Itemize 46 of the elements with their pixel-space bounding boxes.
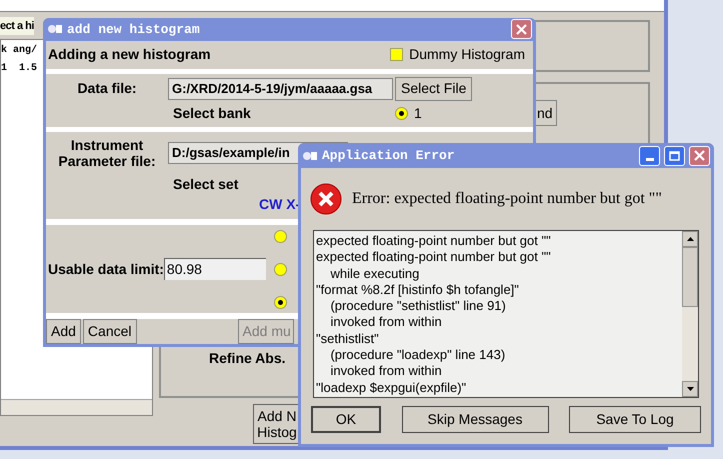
radio-button[interactable] (395, 106, 408, 120)
dialog-button[interactable]: Add (46, 319, 81, 344)
dialog-button[interactable]: Save To Log (569, 406, 701, 433)
dummy-checkbox[interactable] (390, 48, 404, 62)
field-label: Data file: (76, 79, 138, 98)
maximize-button[interactable] (664, 146, 685, 166)
close-button[interactable] (689, 146, 710, 166)
error-message: Error: expected floating-point number but got "" (352, 189, 662, 209)
data-file-field[interactable]: G:/XRD/2014-5-19/jym/aaaaa.gsa (168, 78, 393, 100)
text-field[interactable] (0, 0, 153, 12)
horizontal-scrollbar[interactable] (1, 399, 152, 415)
radio-button[interactable] (274, 262, 287, 276)
close-icon (694, 150, 705, 161)
list-header: ect a hi (0, 17, 34, 35)
dialog-button[interactable]: Skip Messages (402, 406, 548, 433)
app-icon (47, 23, 63, 36)
field-label: Usable data limit: (48, 260, 164, 279)
minimize-icon (646, 158, 654, 160)
error-icon (310, 183, 342, 215)
maximize-icon (669, 150, 680, 160)
field-label: Instrument Parameter file: (57, 136, 157, 169)
select-file-button[interactable]: Select File (395, 76, 472, 101)
list-row-text: k ang/ (1, 44, 38, 58)
dialog-heading: Adding a new histogram (48, 45, 211, 64)
vertical-scrollbar[interactable] (682, 231, 698, 397)
app-icon (302, 150, 318, 162)
text-field[interactable] (153, 0, 664, 12)
radio-label: 1 (414, 104, 422, 123)
radio-button[interactable] (274, 296, 287, 309)
data-limit-field[interactable]: 80.98 (164, 258, 266, 280)
add-histogram-button[interactable]: Add N Histog (253, 404, 301, 444)
checkbox-label: Dummy Histogram (409, 45, 525, 64)
down-arrow-icon (686, 387, 694, 391)
dialog-button[interactable]: Cancel (82, 319, 137, 344)
select-set-label: Select set (173, 174, 238, 194)
select-bank-label: Select bank (173, 104, 252, 123)
radio-button[interactable] (274, 230, 287, 243)
window-title: add new histogram (67, 20, 200, 39)
close-icon (516, 24, 527, 35)
up-arrow-icon (686, 237, 694, 241)
close-button[interactable] (511, 19, 532, 40)
error-log: expected floating-point number but got "" expected floating-point number but got "" while executing "format %8.2f [histinfo $h tofangle]" (procedure "sethistlist" line 91) invoked from within "sethistlist" (procedure "loadexp" line 143) invoked from within "loadexp $expgui(expfile)" (315, 232, 552, 397)
list-row-text: 1 1.5 (1, 62, 38, 76)
dialog-button[interactable]: OK (311, 406, 381, 433)
section-label: Refine Abs. (209, 349, 286, 368)
minimize-button[interactable] (639, 146, 660, 166)
